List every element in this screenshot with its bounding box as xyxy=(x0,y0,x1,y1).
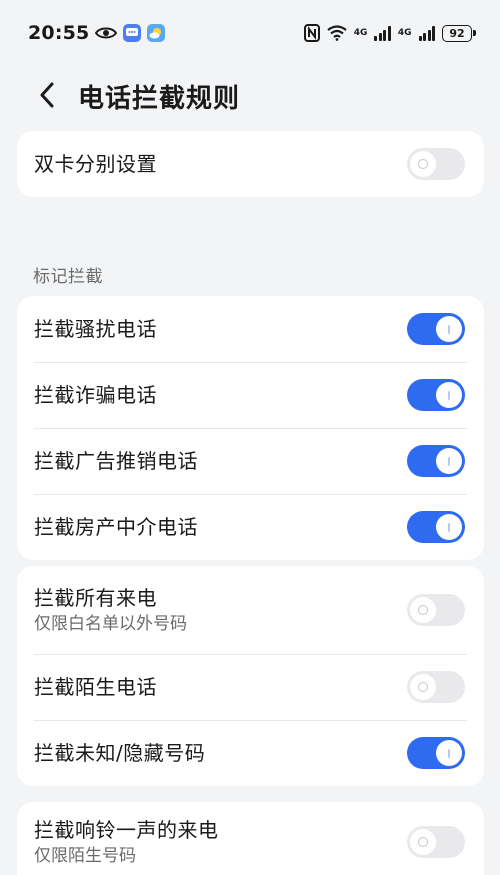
back-button[interactable] xyxy=(32,80,62,110)
mark-block-card: 拦截骚扰电话 拦截诈骗电话 拦截广告推销电话 拦截房产中介电话 xyxy=(17,296,484,560)
setting-title: 拦截所有来电 xyxy=(34,586,157,610)
setting-title: 拦截房产中介电话 xyxy=(34,515,198,539)
toggle-strangers[interactable] xyxy=(407,671,465,703)
section-label-mark-block: 标记拦截 xyxy=(33,267,103,287)
header: 电话拦截规则 xyxy=(0,66,500,124)
chevron-left-icon xyxy=(40,82,54,108)
network-type-2: 4G xyxy=(397,27,412,38)
toggle-harassment[interactable] xyxy=(407,313,465,345)
setting-row-dual-sim[interactable]: 双卡分别设置 xyxy=(17,131,484,197)
call-block-card: 拦截所有来电 仅限白名单以外号码 拦截陌生电话 拦截未知/隐藏号码 xyxy=(17,566,484,786)
ring-once-card: 拦截响铃一声的来电 仅限陌生号码 xyxy=(17,802,484,875)
dual-sim-card: 双卡分别设置 xyxy=(17,131,484,197)
battery-icon: 92 xyxy=(442,24,476,42)
setting-row-unknown[interactable]: 拦截未知/隐藏号码 xyxy=(17,720,484,786)
status-left: 20:55 xyxy=(28,22,166,44)
toggle-ring-once[interactable] xyxy=(407,826,465,858)
eye-icon xyxy=(95,27,118,39)
wifi-icon xyxy=(327,25,347,41)
setting-row-harassment[interactable]: 拦截骚扰电话 xyxy=(17,296,484,362)
setting-row-all-calls[interactable]: 拦截所有来电 仅限白名单以外号码 xyxy=(17,566,484,654)
setting-title: 拦截诈骗电话 xyxy=(34,383,157,407)
status-time: 20:55 xyxy=(28,22,90,44)
setting-row-fraud[interactable]: 拦截诈骗电话 xyxy=(17,362,484,428)
setting-row-strangers[interactable]: 拦截陌生电话 xyxy=(17,654,484,720)
setting-title: 拦截响铃一声的来电 xyxy=(34,818,219,842)
signal-2-icon xyxy=(418,25,435,41)
toggle-real-estate[interactable] xyxy=(407,511,465,543)
toggle-dual-sim[interactable] xyxy=(407,148,465,180)
signal-1-icon xyxy=(374,25,391,41)
toggle-fraud[interactable] xyxy=(407,379,465,411)
setting-title: 拦截广告推销电话 xyxy=(34,449,198,473)
setting-subtitle: 仅限白名单以外号码 xyxy=(34,614,187,634)
toggle-all-calls[interactable] xyxy=(407,594,465,626)
battery-level: 92 xyxy=(449,26,465,40)
setting-title: 拦截未知/隐藏号码 xyxy=(34,741,206,765)
status-right: 4G 4G 92 xyxy=(303,24,476,42)
setting-title: 拦截骚扰电话 xyxy=(34,317,157,341)
setting-row-ring-once[interactable]: 拦截响铃一声的来电 仅限陌生号码 xyxy=(17,802,484,875)
setting-title: 双卡分别设置 xyxy=(34,152,157,176)
setting-row-ads[interactable]: 拦截广告推销电话 xyxy=(17,428,484,494)
page-title: 电话拦截规则 xyxy=(78,84,241,114)
nfc-icon xyxy=(303,24,320,42)
network-type-1: 4G xyxy=(353,27,368,38)
setting-title: 拦截陌生电话 xyxy=(34,675,157,699)
toggle-ads[interactable] xyxy=(407,445,465,477)
toggle-unknown[interactable] xyxy=(407,737,465,769)
weather-app-icon xyxy=(147,24,166,42)
message-app-icon xyxy=(123,24,142,42)
setting-row-real-estate[interactable]: 拦截房产中介电话 xyxy=(17,494,484,560)
status-bar: 20:55 4G 4G 92 xyxy=(0,0,500,66)
setting-subtitle: 仅限陌生号码 xyxy=(34,846,136,866)
